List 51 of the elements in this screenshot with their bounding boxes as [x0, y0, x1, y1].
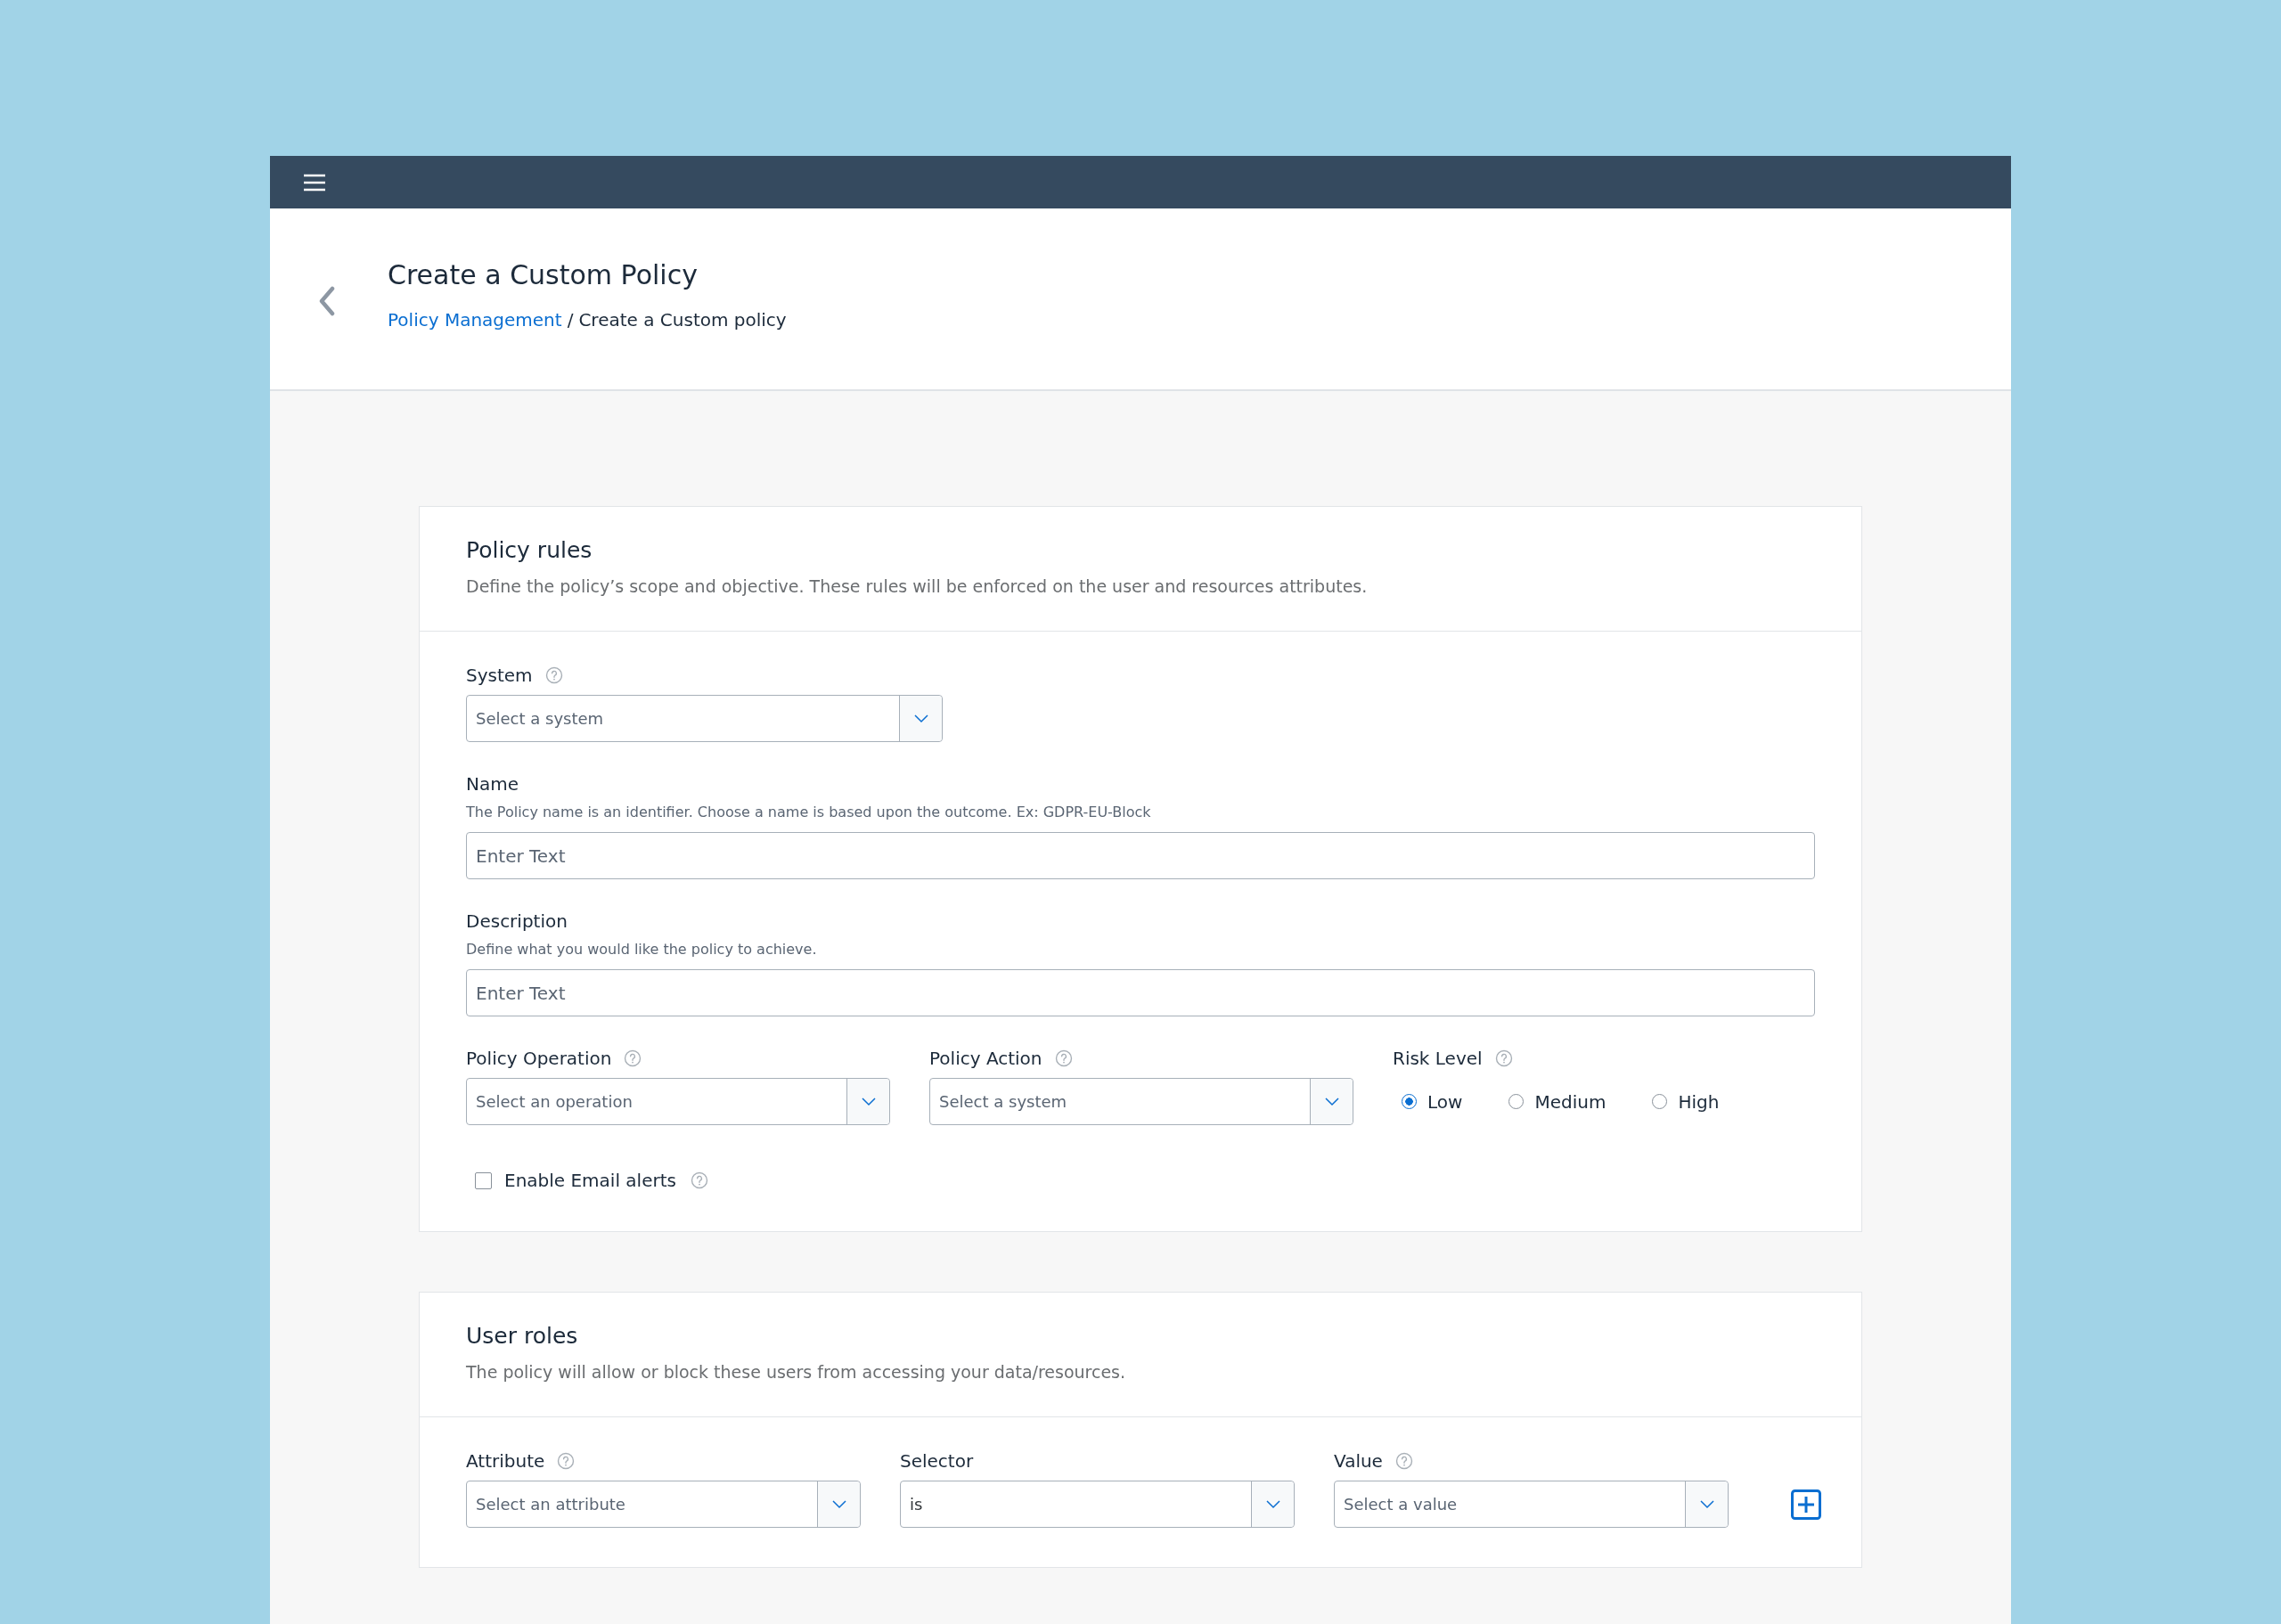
- chevron-down-icon: [1324, 1097, 1339, 1106]
- chevron-down-icon: [913, 714, 928, 723]
- field-label: Attribute: [466, 1450, 545, 1472]
- help-icon[interactable]: [1494, 1049, 1513, 1067]
- breadcrumb-link[interactable]: Policy Management: [388, 306, 562, 332]
- page-title: Create a Custom Policy: [388, 257, 699, 292]
- radio-button[interactable]: [1652, 1094, 1668, 1109]
- dropdown[interactable]: Select a value: [1334, 1481, 1729, 1528]
- section-title: Policy rules: [466, 536, 593, 565]
- back-icon[interactable]: [318, 285, 336, 316]
- field-hint: Define what you would like the policy to achieve.: [466, 940, 818, 959]
- field-label: Risk Level: [1393, 1048, 1483, 1069]
- help-icon[interactable]: [624, 1049, 642, 1067]
- field-label: Name: [466, 773, 519, 795]
- checkbox[interactable]: [475, 1171, 492, 1189]
- help-icon[interactable]: [544, 666, 563, 684]
- menu-icon[interactable]: [303, 173, 326, 192]
- dropdown[interactable]: Select a system: [929, 1078, 1353, 1125]
- field-label: Policy Operation: [466, 1048, 612, 1069]
- field-label: System: [466, 665, 533, 686]
- add-icon[interactable]: [1791, 1489, 1821, 1520]
- radio-label: Low: [1427, 1090, 1463, 1113]
- text-input[interactable]: Enter Text: [466, 832, 1815, 879]
- breadcrumb-separator: /: [567, 307, 574, 332]
- help-icon[interactable]: [1394, 1452, 1413, 1470]
- chevron-down-icon: [831, 1499, 846, 1509]
- help-icon[interactable]: [557, 1452, 576, 1470]
- dropdown[interactable]: Select a system: [466, 695, 943, 742]
- chevron-down-icon: [1265, 1499, 1280, 1509]
- dropdown[interactable]: Select an attribute: [466, 1481, 861, 1528]
- field-label: Description: [466, 910, 568, 932]
- radio-button[interactable]: [1402, 1094, 1417, 1109]
- help-icon[interactable]: [1054, 1049, 1073, 1067]
- breadcrumb-current: Create a Custom policy: [578, 307, 787, 332]
- radio-label: Medium: [1534, 1090, 1607, 1113]
- section-title: User roles: [466, 1322, 579, 1351]
- field-label: Selector: [900, 1450, 974, 1472]
- dropdown[interactable]: is: [900, 1481, 1295, 1528]
- radio-button[interactable]: [1508, 1094, 1525, 1109]
- help-icon[interactable]: [690, 1171, 708, 1189]
- field-label: Value: [1334, 1450, 1383, 1472]
- field-label: Policy Action: [929, 1048, 1042, 1069]
- dropdown[interactable]: Select an operation: [466, 1078, 890, 1125]
- text-input[interactable]: Enter Text: [466, 969, 1815, 1016]
- checkbox-label: Enable Email alerts: [504, 1170, 676, 1191]
- chevron-down-icon: [1699, 1499, 1714, 1509]
- radio-label: High: [1678, 1090, 1720, 1113]
- section-description: Define the policy’s scope and objective. These rules will be enforced on the user and resources attributes.: [466, 575, 1369, 598]
- chevron-down-icon: [861, 1097, 876, 1106]
- field-hint: The Policy name is an identifier. Choose a name is based upon the outcome. Ex: GDPR-EU-Block: [466, 803, 1152, 822]
- section-description: The policy will allow or block these users from accessing your data/resources.: [466, 1361, 1127, 1383]
